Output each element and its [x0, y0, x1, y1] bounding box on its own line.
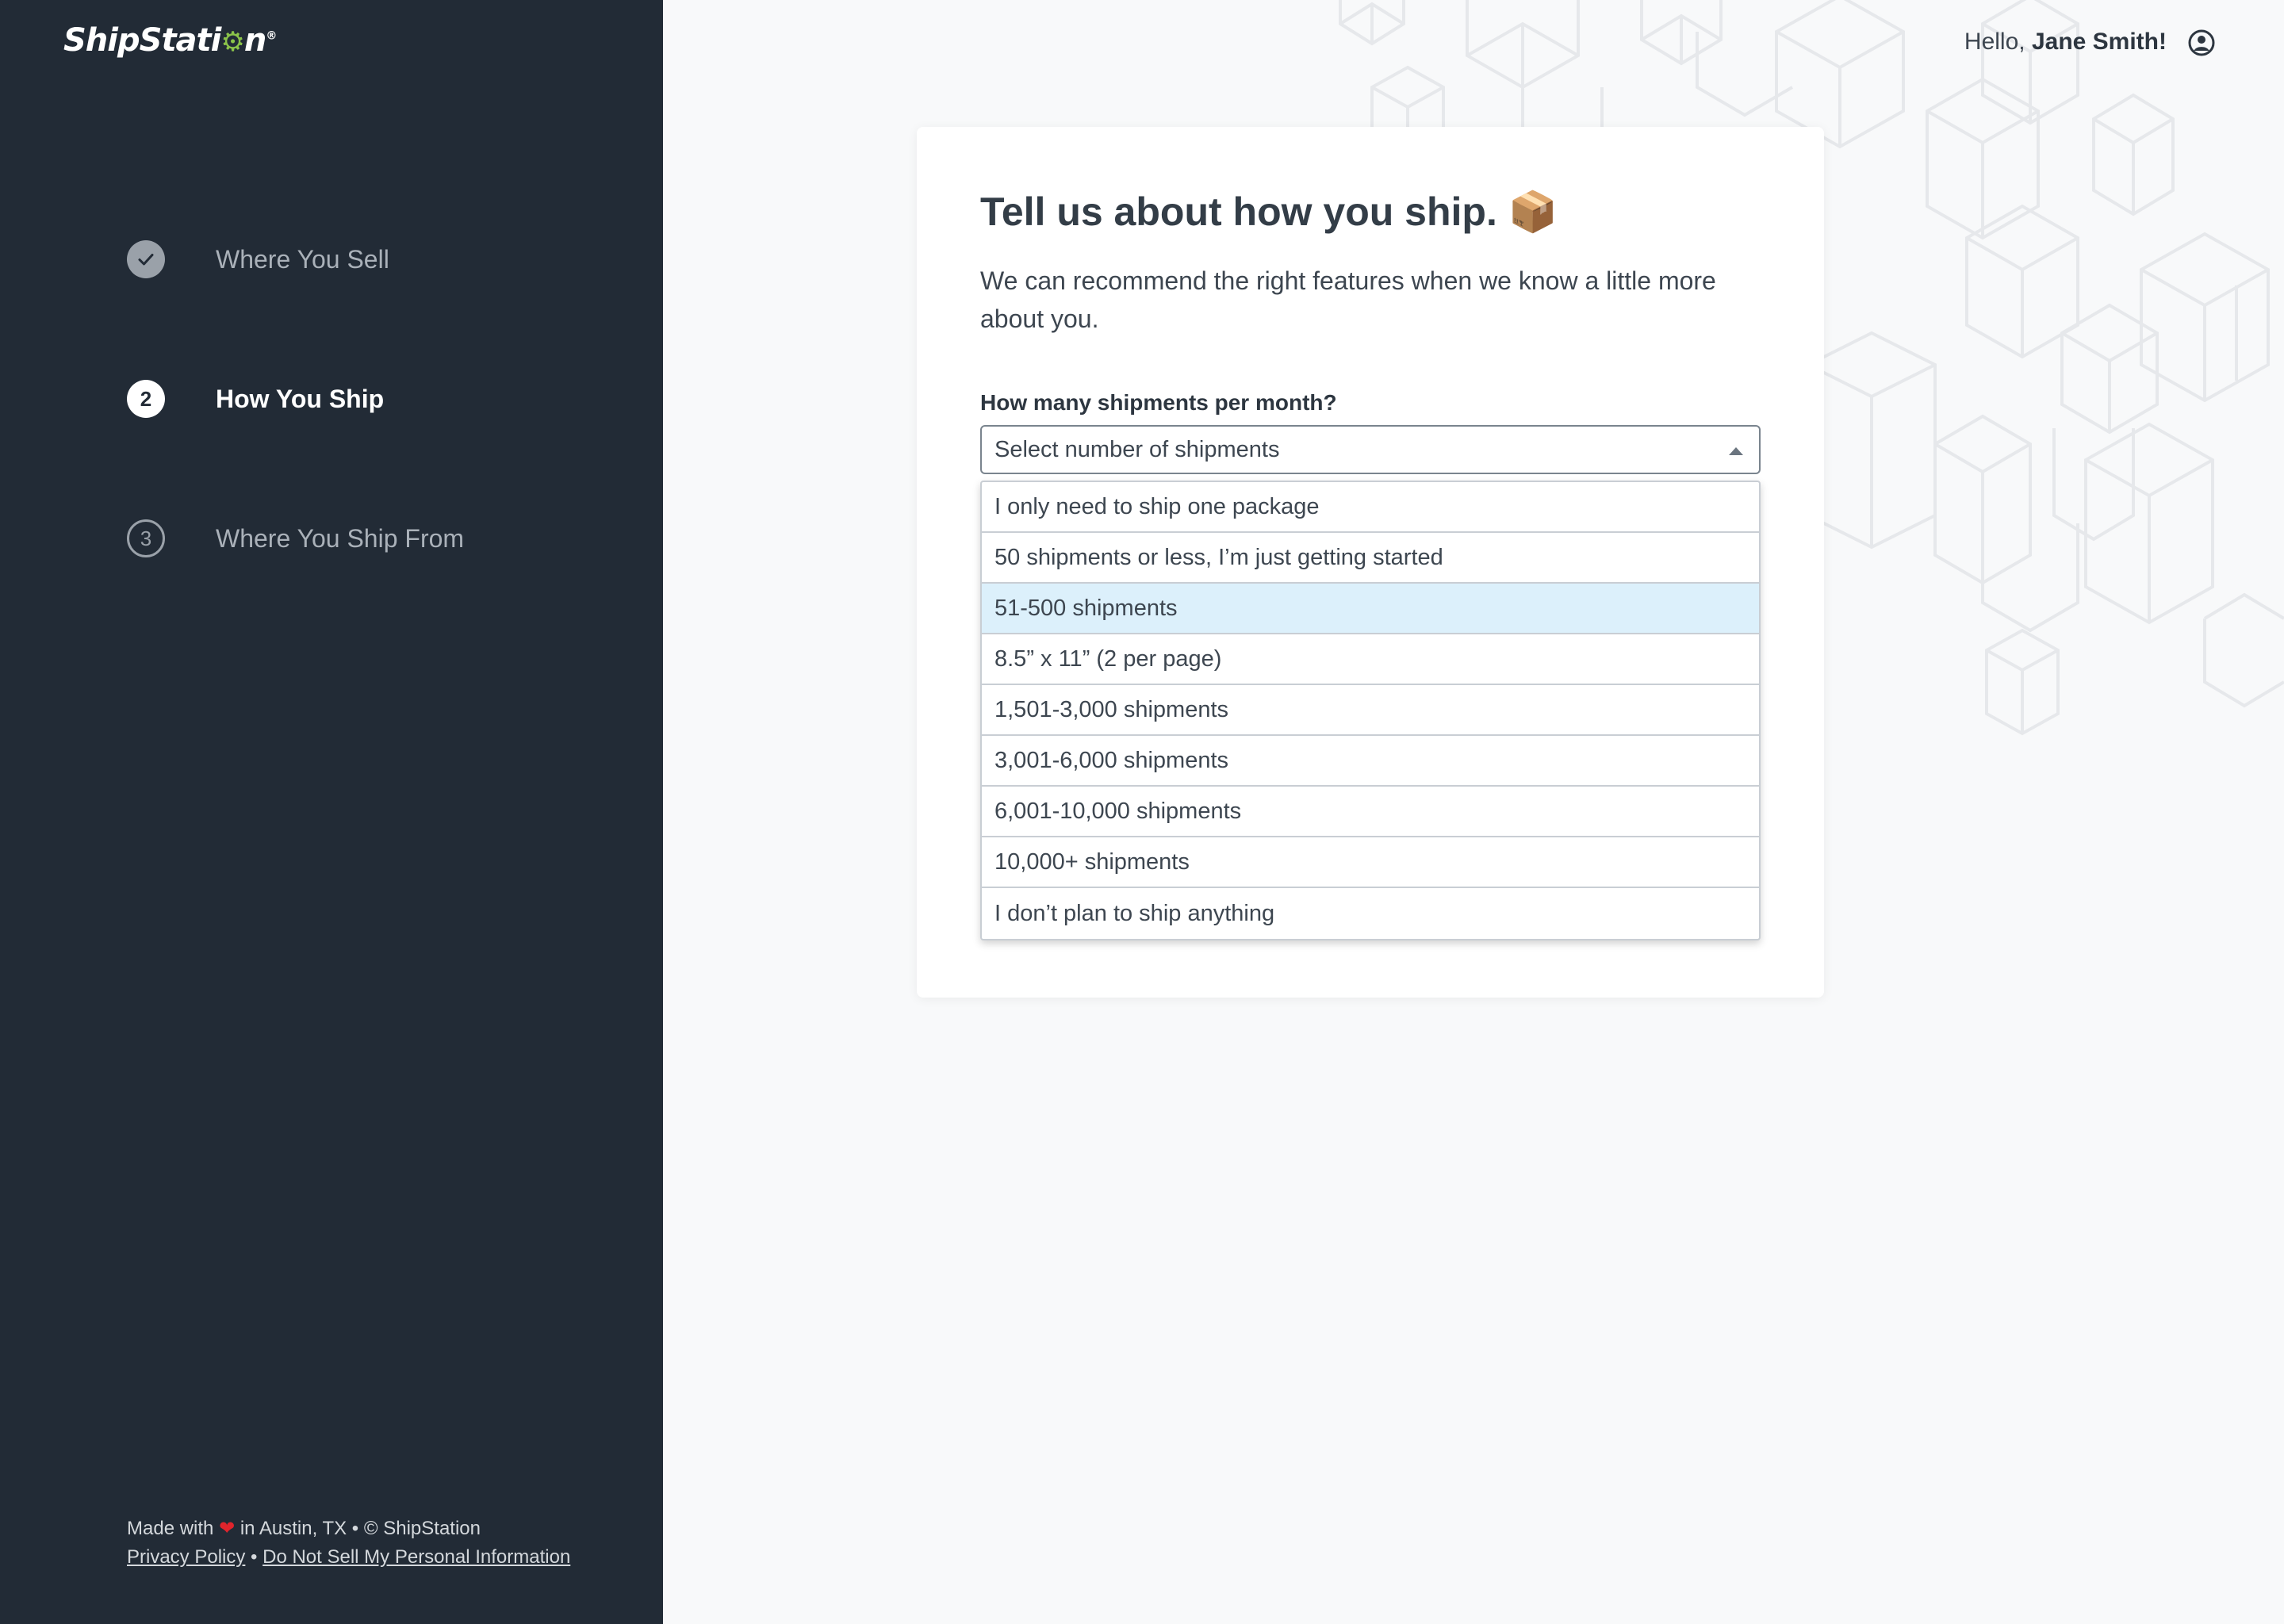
step-label: Where You Sell: [216, 244, 389, 274]
page-title: Tell us about how you ship. 📦: [980, 189, 1558, 236]
dropdown-option[interactable]: 50 shipments or less, I’m just getting s…: [982, 533, 1759, 584]
gear-icon: ⚙: [220, 26, 245, 58]
dropdown-option[interactable]: 6,001-10,000 shipments: [982, 787, 1759, 837]
heart-icon: ❤: [219, 1518, 236, 1539]
dropdown-option[interactable]: I only need to ship one package: [982, 482, 1759, 533]
made-with-text: Made with: [127, 1518, 214, 1539]
step-number: 2: [127, 380, 165, 418]
step-label: Where You Ship From: [216, 523, 465, 553]
dropdown-option[interactable]: 10,000+ shipments: [982, 837, 1759, 888]
step-label: How You Ship: [216, 384, 385, 413]
caret-up-icon: [1729, 447, 1743, 455]
hello-text: Hello,: [1964, 29, 2025, 55]
footer-credit: Made with ❤ in Austin, TX • © ShipStatio…: [127, 1515, 570, 1543]
dropdown-option-highlighted[interactable]: 51-500 shipments: [982, 584, 1759, 634]
user-circle-icon[interactable]: [2187, 29, 2216, 57]
select-placeholder: Select number of shipments: [994, 436, 1280, 462]
shipments-select[interactable]: Select number of shipments: [980, 425, 1761, 474]
step-where-you-sell[interactable]: Where You Sell: [127, 239, 389, 279]
footer: Made with ❤ in Austin, TX • © ShipStatio…: [127, 1515, 570, 1572]
title-text: Tell us about how you ship.: [980, 190, 1497, 234]
do-not-sell-link[interactable]: Do Not Sell My Personal Information: [263, 1546, 570, 1568]
footer-links: Privacy Policy • Do Not Sell My Personal…: [127, 1543, 570, 1572]
user-name: Jane Smith!: [2031, 29, 2167, 55]
separator: •: [251, 1546, 258, 1568]
dropdown-option[interactable]: 1,501-3,000 shipments: [982, 685, 1759, 736]
package-icon: 📦: [1508, 190, 1558, 234]
privacy-policy-link[interactable]: Privacy Policy: [127, 1546, 245, 1568]
dropdown-option[interactable]: 8.5” x 11” (2 per page): [982, 634, 1759, 685]
dropdown-option[interactable]: 3,001-6,000 shipments: [982, 736, 1759, 787]
shipments-field-label: How many shipments per month?: [980, 390, 1337, 415]
dropdown-option[interactable]: I don’t plan to ship anything: [982, 888, 1759, 939]
page-subtitle: We can recommend the right features when…: [980, 266, 1716, 333]
step-how-you-ship[interactable]: 2 How You Ship: [127, 379, 384, 419]
user-greeting: Hello, Jane Smith!: [1964, 29, 2167, 56]
location-text: in Austin, TX • © ShipStation: [240, 1518, 481, 1539]
shipstation-logo[interactable]: ShipStati⚙n®: [63, 22, 277, 59]
sidebar: ShipStati⚙n® Where You Sell 2 How You Sh…: [0, 0, 663, 1624]
onboarding-card: Tell us about how you ship. 📦 We can rec…: [917, 127, 1824, 998]
step-where-you-ship-from[interactable]: 3 Where You Ship From: [127, 519, 464, 558]
step-complete-check-icon: [127, 240, 165, 278]
step-number: 3: [127, 519, 165, 557]
shipments-dropdown-list: I only need to ship one package 50 shipm…: [980, 481, 1761, 940]
